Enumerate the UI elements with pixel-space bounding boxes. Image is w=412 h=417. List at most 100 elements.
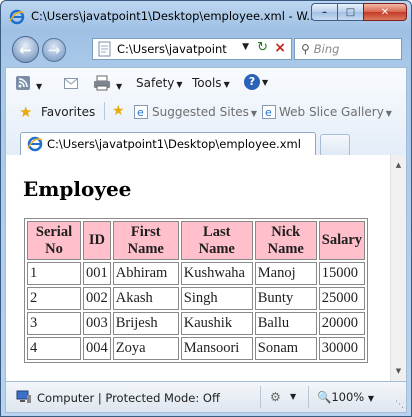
- chevron-down-icon: ▼: [262, 78, 269, 87]
- cell-serial-no: 3: [27, 312, 81, 335]
- cell-first-name: Akash: [112, 287, 179, 310]
- mail-icon[interactable]: [64, 78, 78, 89]
- ie-page-icon: e: [262, 105, 276, 119]
- separator: [260, 386, 261, 408]
- cell-serial-no: 1: [27, 262, 81, 285]
- computer-icon: [16, 390, 31, 403]
- cell-first-name: Abhiram: [112, 262, 179, 285]
- table-row: 4 004 Zoya Mansoori Sonam 30000: [27, 337, 366, 360]
- search-box[interactable]: ⚲ Bing: [294, 38, 402, 60]
- back-arrow-icon: ←: [19, 40, 32, 59]
- print-dropdown-icon[interactable]: ▼: [114, 78, 122, 92]
- help-menu[interactable]: ? ▼: [244, 74, 268, 90]
- separator: [308, 386, 309, 408]
- page-content: Employee Serial No ID First Name Last Name …: [5, 155, 407, 381]
- zoom-level: 100%: [331, 390, 365, 404]
- cell-id: 002: [83, 287, 111, 310]
- print-icon[interactable]: [93, 75, 111, 91]
- column-header-last-name: Last Name: [180, 221, 253, 260]
- navigation-bar: ← → C:\Users\javatpoint ▼ ↻ × ⚲ Bing: [1, 33, 411, 65]
- rss-dropdown-icon[interactable]: ▼: [34, 78, 42, 92]
- zoom-icon: 🔍: [317, 390, 332, 404]
- minimize-button[interactable]: –: [311, 3, 337, 21]
- rss-feed-icon[interactable]: [16, 76, 30, 90]
- column-header-first-name: First Name: [112, 221, 179, 260]
- web-slice-gallery-link[interactable]: Web Slice Gallery ▼: [279, 105, 392, 119]
- add-favorite-icon[interactable]: ★: [112, 103, 125, 119]
- employee-table: Serial No ID First Name Last Name Nick Name …: [24, 218, 369, 363]
- favorites-star-icon: ★: [19, 103, 33, 121]
- address-bar[interactable]: C:\Users\javatpoint ▼ ↻ ×: [92, 38, 292, 60]
- search-icon: ⚲: [301, 42, 310, 56]
- svg-text:e: e: [137, 106, 144, 119]
- forward-arrow-icon: →: [47, 41, 61, 59]
- vertical-scrollbar[interactable]: ▲ ▼: [390, 155, 406, 381]
- page-icon: [98, 41, 111, 57]
- cell-nick-name: Manoj: [254, 262, 317, 285]
- forward-button[interactable]: →: [42, 38, 66, 62]
- back-button[interactable]: ←: [12, 36, 39, 63]
- tab-employee-xml[interactable]: C:\Users\javatpoint1\Desktop\employee.xm…: [20, 132, 316, 156]
- separator: [104, 102, 105, 120]
- chevron-down-icon: ▼: [385, 109, 392, 118]
- table-row: 3 003 Brijesh Kaushik Ballu 20000: [27, 312, 366, 335]
- window-controls: – □ ✕: [311, 3, 407, 21]
- cell-salary: 25000: [318, 287, 366, 310]
- cell-salary: 20000: [318, 312, 366, 335]
- svg-text:e: e: [265, 106, 272, 119]
- tools-label: Tools: [192, 76, 222, 90]
- cell-id: 001: [83, 262, 111, 285]
- cell-salary: 30000: [318, 337, 366, 360]
- resize-grip-icon[interactable]: ⋱: [395, 400, 404, 410]
- zoom-control[interactable]: 🔍100% ▼: [317, 390, 374, 404]
- safety-label: Safety: [136, 76, 175, 90]
- suggested-sites-link[interactable]: Suggested Sites ▼: [152, 105, 257, 119]
- cell-serial-no: 2: [27, 287, 81, 310]
- window-title: C:\Users\javatpoint1\Desktop\employee.xm…: [31, 9, 318, 23]
- column-header-salary: Salary: [318, 221, 366, 260]
- cell-serial-no: 4: [27, 337, 81, 360]
- suggested-sites-label: Suggested Sites: [152, 105, 249, 119]
- cell-last-name: Mansoori: [180, 337, 253, 360]
- chevron-down-icon: ▼: [367, 394, 375, 403]
- chevron-down-icon[interactable]: ▼: [290, 392, 296, 401]
- cell-last-name: Singh: [180, 287, 253, 310]
- ie-logo-icon: [27, 136, 43, 152]
- cell-id: 003: [83, 312, 111, 335]
- scroll-down-arrow-icon[interactable]: ▼: [391, 363, 406, 379]
- close-button[interactable]: ✕: [363, 3, 407, 21]
- stop-icon[interactable]: ×: [274, 40, 286, 56]
- toolbar-area: ▼ ▼ Safety ▼ Tools ▼ ? ▼ ★ Favorites ★ e…: [5, 67, 407, 156]
- page-heading: Employee: [23, 177, 132, 201]
- tab-row: C:\Users\javatpoint1\Desktop\employee.xm…: [6, 128, 406, 156]
- cell-nick-name: Ballu: [254, 312, 317, 335]
- scroll-up-arrow-icon[interactable]: ▲: [391, 157, 406, 173]
- security-settings-icon[interactable]: ⚙: [270, 390, 281, 404]
- new-tab-button[interactable]: [320, 134, 350, 156]
- safety-menu[interactable]: Safety ▼: [136, 76, 183, 90]
- table-header-row: Serial No ID First Name Last Name Nick Name …: [27, 221, 366, 260]
- ie-page-icon: e: [134, 105, 148, 119]
- address-dropdown-icon[interactable]: ▼: [242, 42, 249, 52]
- search-input[interactable]: Bing: [314, 42, 340, 56]
- cell-first-name: Brijesh: [112, 312, 179, 335]
- browser-window: C:\Users\javatpoint1\Desktop\employee.xm…: [0, 0, 412, 417]
- tools-menu[interactable]: Tools ▼: [192, 76, 230, 90]
- cell-nick-name: Sonam: [254, 337, 317, 360]
- refresh-icon[interactable]: ↻: [257, 40, 268, 55]
- title-bar: C:\Users\javatpoint1\Desktop\employee.xm…: [1, 1, 411, 31]
- chevron-down-icon: ▼: [176, 80, 183, 89]
- favorites-button[interactable]: Favorites: [41, 105, 95, 119]
- cell-id: 004: [83, 337, 111, 360]
- cell-first-name: Zoya: [112, 337, 179, 360]
- column-header-id: ID: [83, 221, 111, 260]
- help-icon: ?: [244, 74, 260, 90]
- chevron-down-icon: ▼: [250, 109, 258, 118]
- status-bar: Computer | Protected Mode: Off ⚙ ▼ 🔍100%…: [5, 381, 407, 413]
- cell-last-name: Kushwaha: [180, 262, 253, 285]
- maximize-button[interactable]: □: [337, 3, 363, 21]
- address-input[interactable]: C:\Users\javatpoint: [117, 42, 227, 56]
- status-text: Computer | Protected Mode: Off: [37, 391, 220, 405]
- cell-nick-name: Bunty: [254, 287, 317, 310]
- favorites-bar: ★ Favorites ★ e Suggested Sites ▼ e Web S…: [6, 98, 406, 126]
